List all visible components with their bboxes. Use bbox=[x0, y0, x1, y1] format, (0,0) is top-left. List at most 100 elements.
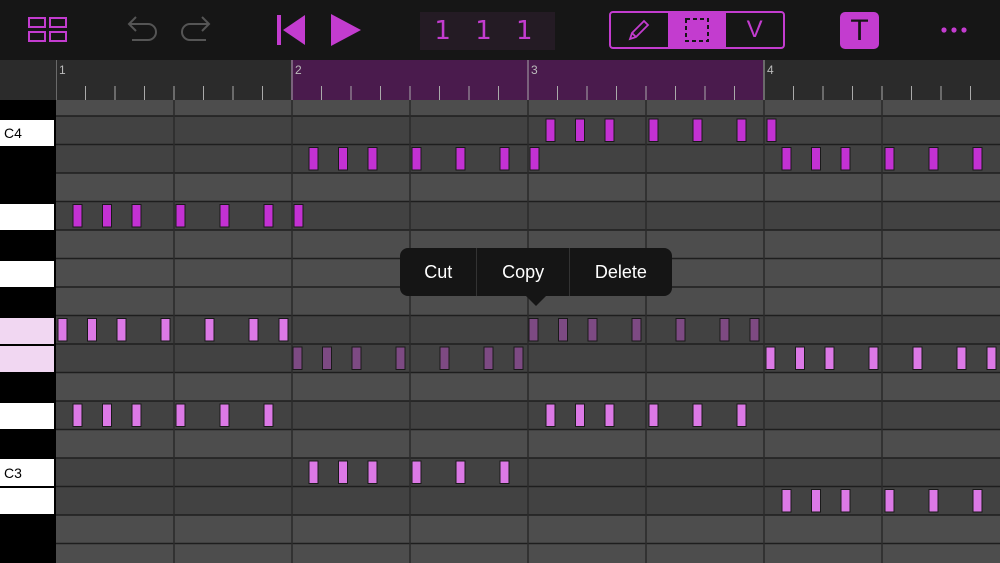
midi-note bbox=[795, 346, 805, 370]
midi-note bbox=[322, 346, 332, 370]
midi-note bbox=[781, 147, 792, 171]
midi-note bbox=[395, 346, 406, 370]
midi-note bbox=[338, 147, 348, 171]
midi-note bbox=[575, 403, 585, 427]
edit-context-menu: Cut Copy Delete bbox=[400, 248, 672, 296]
ruler-corner bbox=[0, 60, 56, 100]
toolbar: 1 1 1 V T bbox=[0, 0, 1000, 60]
midi-note bbox=[956, 346, 967, 370]
midi-note bbox=[824, 346, 835, 370]
midi-note bbox=[72, 403, 83, 427]
ruler-bar-2: 2 bbox=[295, 63, 302, 77]
midi-note bbox=[604, 118, 615, 142]
play-icon[interactable] bbox=[328, 12, 362, 48]
marquee-select-icon[interactable] bbox=[668, 13, 727, 47]
go-to-start-icon[interactable] bbox=[274, 12, 308, 48]
midi-note bbox=[766, 118, 777, 142]
midi-note bbox=[87, 318, 97, 342]
midi-note bbox=[928, 489, 939, 513]
midi-note bbox=[411, 147, 422, 171]
views-icon[interactable] bbox=[28, 16, 68, 44]
timeline-ruler[interactable]: 1 2 3 4 bbox=[55, 60, 1000, 100]
piano-key-c3[interactable]: C3 bbox=[0, 459, 54, 486]
midi-note bbox=[367, 460, 378, 484]
midi-note bbox=[219, 204, 230, 228]
ruler-bar-1: 1 bbox=[59, 63, 66, 77]
midi-note bbox=[160, 318, 171, 342]
cut-button[interactable]: Cut bbox=[400, 248, 478, 296]
midi-note bbox=[587, 318, 598, 342]
midi-note bbox=[868, 346, 879, 370]
more-icon[interactable] bbox=[938, 20, 970, 40]
midi-note bbox=[692, 118, 703, 142]
midi-note bbox=[719, 318, 730, 342]
midi-note bbox=[308, 147, 319, 171]
piano-roll-grid[interactable] bbox=[56, 100, 1000, 563]
velocity-mode-button[interactable]: V bbox=[726, 13, 783, 47]
context-menu-arrow bbox=[525, 295, 547, 306]
midi-note bbox=[455, 460, 466, 484]
midi-note bbox=[840, 489, 851, 513]
midi-note bbox=[912, 346, 923, 370]
midi-note bbox=[631, 318, 642, 342]
piano-key[interactable] bbox=[0, 403, 54, 429]
midi-note bbox=[749, 318, 760, 342]
midi-note bbox=[972, 489, 983, 513]
midi-note bbox=[483, 346, 494, 370]
midi-note bbox=[529, 147, 540, 171]
ruler-bar-3: 3 bbox=[531, 63, 538, 77]
midi-note bbox=[648, 403, 659, 427]
midi-note bbox=[648, 118, 659, 142]
pencil-icon[interactable] bbox=[611, 13, 669, 47]
midi-note bbox=[411, 460, 422, 484]
midi-note bbox=[439, 346, 450, 370]
track-button[interactable]: T bbox=[840, 12, 879, 49]
midi-note bbox=[263, 403, 274, 427]
midi-note bbox=[351, 346, 362, 370]
piano-keyboard[interactable]: C4 C3 bbox=[0, 100, 56, 563]
piano-key-c4[interactable]: C4 bbox=[0, 120, 54, 146]
midi-note bbox=[811, 489, 821, 513]
midi-note bbox=[840, 147, 851, 171]
edit-mode-selector: V bbox=[609, 11, 785, 49]
midi-note bbox=[248, 318, 259, 342]
midi-note bbox=[131, 403, 142, 427]
midi-note bbox=[292, 346, 303, 370]
midi-note bbox=[308, 460, 319, 484]
midi-note bbox=[972, 147, 983, 171]
midi-note bbox=[884, 489, 895, 513]
piano-key-label-c3: C3 bbox=[4, 465, 22, 481]
midi-note bbox=[204, 318, 215, 342]
midi-note bbox=[455, 147, 466, 171]
undo-icon[interactable] bbox=[124, 12, 160, 46]
midi-note bbox=[928, 147, 939, 171]
midi-note bbox=[175, 403, 186, 427]
midi-note bbox=[811, 147, 821, 171]
midi-note bbox=[499, 147, 510, 171]
piano-key[interactable] bbox=[0, 204, 54, 230]
redo-icon[interactable] bbox=[178, 12, 214, 46]
midi-note bbox=[175, 204, 186, 228]
midi-note bbox=[675, 318, 686, 342]
ruler-bar-4: 4 bbox=[767, 63, 774, 77]
midi-note bbox=[219, 403, 230, 427]
midi-note bbox=[765, 346, 776, 370]
piano-key[interactable] bbox=[0, 261, 54, 287]
midi-note bbox=[116, 318, 127, 342]
piano-key-highlighted[interactable] bbox=[0, 318, 54, 344]
midi-note bbox=[278, 318, 289, 342]
ruler-selection-range bbox=[291, 60, 763, 100]
midi-note bbox=[293, 204, 304, 228]
piano-key-label-c4: C4 bbox=[4, 125, 22, 141]
copy-button[interactable]: Copy bbox=[477, 248, 570, 296]
piano-key[interactable] bbox=[0, 488, 54, 514]
midi-note bbox=[692, 403, 703, 427]
midi-note bbox=[575, 118, 585, 142]
midi-note bbox=[513, 346, 524, 370]
delete-button[interactable]: Delete bbox=[570, 248, 672, 296]
midi-note bbox=[57, 318, 68, 342]
midi-note bbox=[102, 403, 112, 427]
piano-key-highlighted[interactable] bbox=[0, 346, 54, 372]
midi-note bbox=[736, 403, 747, 427]
midi-note bbox=[131, 204, 142, 228]
